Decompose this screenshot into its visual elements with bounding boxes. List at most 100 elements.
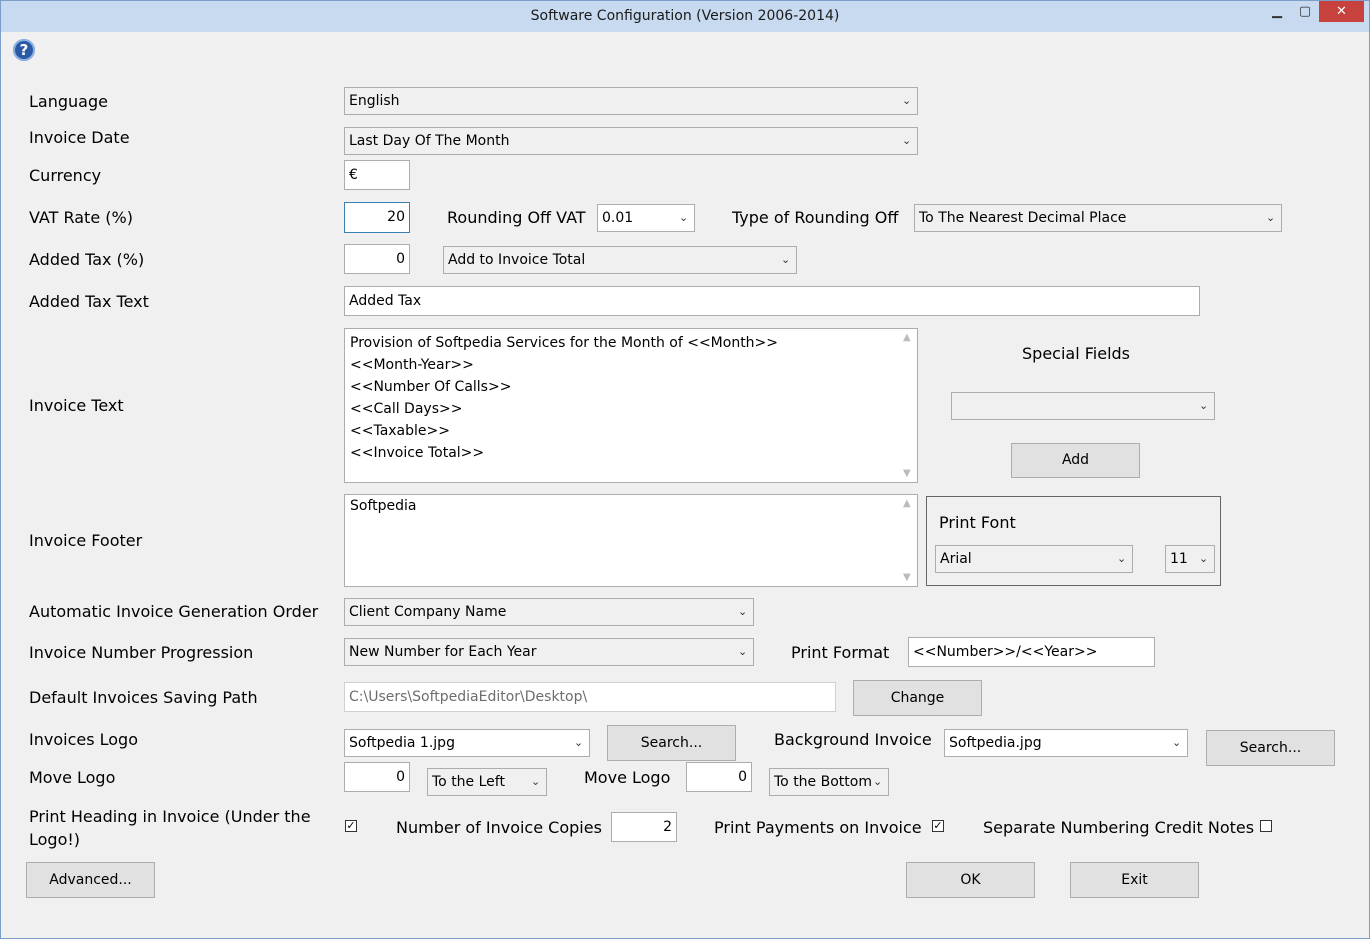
maximize-button[interactable]: ▢ (1291, 1, 1319, 22)
check-icon: ✓ (933, 819, 943, 832)
invoice-date-value: Last Day Of The Month (349, 133, 510, 149)
vertical-scrollbar[interactable]: ▲ ▼ (900, 495, 917, 586)
vertical-scrollbar[interactable]: ▲ ▼ (900, 329, 917, 482)
added-tax-mode-select[interactable]: Add to Invoice Total ⌄ (443, 246, 797, 274)
language-value: English (349, 93, 400, 109)
scroll-down-icon[interactable]: ▼ (903, 572, 911, 583)
invoice-date-select[interactable]: Last Day Of The Month ⌄ (344, 127, 918, 155)
advanced-button[interactable]: Advanced... (26, 862, 155, 898)
rounding-off-vat-label: Rounding Off VAT (447, 208, 586, 227)
added-tax-input[interactable]: 0 (344, 244, 410, 274)
separate-numbering-checkbox[interactable] (1260, 820, 1272, 832)
type-of-rounding-value: To The Nearest Decimal Place (919, 210, 1127, 226)
chevron-down-icon: ⌄ (873, 775, 883, 788)
scroll-up-icon[interactable]: ▲ (903, 332, 911, 343)
move-logo-x-value: To the Left (432, 774, 505, 790)
print-payments-label: Print Payments on Invoice (714, 818, 922, 837)
ok-button[interactable]: OK (906, 862, 1035, 898)
invoice-text-area[interactable]: Provision of Softpedia Services for the … (344, 328, 918, 483)
font-size-value: 11 (1170, 551, 1188, 567)
change-path-button[interactable]: Change (853, 680, 982, 716)
auto-order-select[interactable]: Client Company Name ⌄ (344, 598, 754, 626)
move-logo-y-select[interactable]: To the Bottom ⌄ (769, 768, 889, 796)
special-fields-label: Special Fields (1022, 344, 1130, 363)
saving-path-label: Default Invoices Saving Path (29, 688, 258, 707)
chevron-down-icon: ⌄ (781, 253, 791, 266)
invoices-logo-value: Softpedia 1.jpg (349, 735, 455, 751)
background-invoice-label: Background Invoice (774, 730, 932, 749)
move-logo-y-input[interactable]: 0 (686, 762, 752, 792)
minimize-button[interactable]: ▁ (1263, 1, 1291, 22)
added-tax-mode-value: Add to Invoice Total (448, 252, 586, 268)
added-tax-text-input[interactable]: Added Tax (344, 286, 1200, 316)
saving-path-input[interactable]: C:\Users\SoftpediaEditor\Desktop\ (344, 682, 836, 712)
font-name-select[interactable]: Arial ⌄ (935, 545, 1133, 573)
invoices-logo-select[interactable]: Softpedia 1.jpg ⌄ (344, 729, 590, 757)
invoices-logo-label: Invoices Logo (29, 730, 138, 749)
copies-input[interactable]: 2 (611, 812, 677, 842)
added-tax-label: Added Tax (%) (29, 250, 145, 269)
chevron-down-icon: ⌄ (574, 736, 584, 749)
background-invoice-select[interactable]: Softpedia.jpg ⌄ (944, 729, 1188, 757)
special-fields-select[interactable]: ⌄ (951, 392, 1215, 420)
print-payments-checkbox[interactable]: ✓ (932, 820, 944, 832)
rounding-off-vat-value: 0.01 (602, 210, 634, 226)
move-logo-y-label: Move Logo (584, 768, 671, 787)
number-progression-value: New Number for Each Year (349, 644, 537, 660)
type-of-rounding-label: Type of Rounding Off (732, 208, 899, 227)
close-button[interactable]: ✕ (1319, 1, 1364, 22)
invoice-footer-area[interactable]: Softpedia ▲ ▼ (344, 494, 918, 587)
settings-panel: ? Language English ⌄ Invoice Date Last D… (8, 32, 1363, 932)
print-format-input[interactable]: <<Number>>/<<Year>> (908, 637, 1155, 667)
print-heading-label: Print Heading in Invoice (Under the Logo… (29, 807, 311, 849)
chevron-down-icon: ⌄ (1172, 736, 1182, 749)
chevron-down-icon: ⌄ (531, 775, 541, 788)
scroll-down-icon[interactable]: ▼ (903, 468, 911, 479)
font-name-value: Arial (940, 551, 972, 567)
chevron-down-icon: ⌄ (1117, 552, 1127, 565)
invoice-text-line: <<Call Days>> (350, 401, 463, 417)
move-logo-label: Move Logo (29, 768, 116, 787)
rounding-off-vat-select[interactable]: 0.01 ⌄ (597, 204, 695, 232)
number-progression-label: Invoice Number Progression (29, 643, 254, 662)
chevron-down-icon: ⌄ (1266, 211, 1276, 224)
invoice-footer-label: Invoice Footer (29, 531, 143, 550)
move-logo-x-input[interactable]: 0 (344, 762, 410, 792)
invoice-text-line: <<Month-Year>> (350, 357, 474, 373)
separate-numbering-label: Separate Numbering Credit Notes (983, 818, 1255, 837)
invoice-text-line: Provision of Softpedia Services for the … (350, 335, 779, 351)
print-font-group: Print Font Arial ⌄ 11 ⌄ (926, 496, 1221, 586)
add-field-button[interactable]: Add (1011, 443, 1140, 478)
chevron-down-icon: ⌄ (1199, 552, 1209, 565)
search-background-button[interactable]: Search... (1206, 730, 1335, 766)
chevron-down-icon: ⌄ (902, 94, 912, 107)
type-of-rounding-select[interactable]: To The Nearest Decimal Place ⌄ (914, 204, 1282, 232)
added-tax-text-label: Added Tax Text (29, 292, 149, 311)
move-logo-x-select[interactable]: To the Left ⌄ (427, 768, 547, 796)
chevron-down-icon: ⌄ (902, 134, 912, 147)
currency-input[interactable]: € (344, 160, 410, 190)
invoice-date-label: Invoice Date (29, 128, 130, 147)
chevron-down-icon: ⌄ (738, 645, 748, 658)
chevron-down-icon: ⌄ (1199, 399, 1209, 412)
search-logo-button[interactable]: Search... (607, 725, 736, 761)
move-logo-y-value: To the Bottom (774, 774, 872, 790)
auto-order-label: Automatic Invoice Generation Order (29, 602, 319, 621)
exit-button[interactable]: Exit (1070, 862, 1199, 898)
number-progression-select[interactable]: New Number for Each Year ⌄ (344, 638, 754, 666)
currency-label: Currency (29, 166, 102, 185)
font-size-select[interactable]: 11 ⌄ (1165, 545, 1215, 573)
scroll-up-icon[interactable]: ▲ (903, 498, 911, 509)
print-font-label: Print Font (939, 513, 1016, 532)
print-format-label: Print Format (791, 643, 890, 662)
invoice-footer-line: Softpedia (350, 498, 417, 514)
invoice-text-label: Invoice Text (29, 396, 124, 415)
title-bar[interactable]: Software Configuration (Version 2006-201… (1, 1, 1369, 32)
print-heading-checkbox[interactable]: ✓ (345, 820, 357, 832)
background-invoice-value: Softpedia.jpg (949, 735, 1042, 751)
vat-rate-input[interactable]: 20 (344, 202, 410, 233)
check-icon: ✓ (346, 819, 356, 832)
help-icon[interactable]: ? (13, 39, 35, 61)
window-title: Software Configuration (Version 2006-201… (530, 8, 840, 24)
language-select[interactable]: English ⌄ (344, 87, 918, 115)
